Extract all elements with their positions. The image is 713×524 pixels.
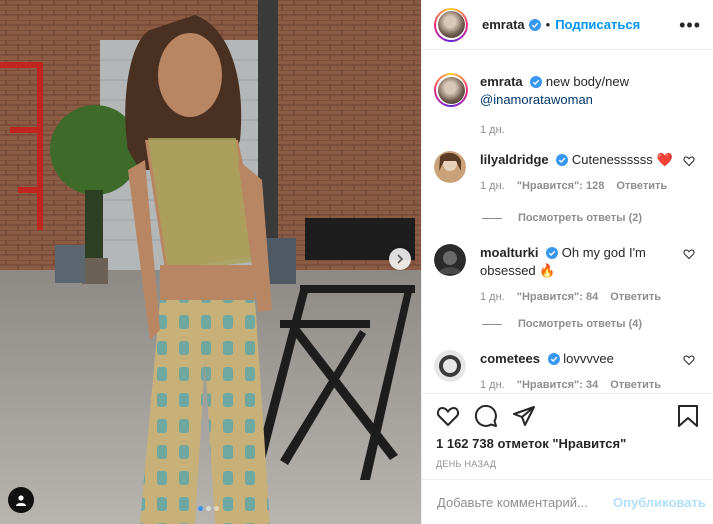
verified-badge-icon (528, 18, 541, 31)
post-date: ДЕНЬ НАЗАД (436, 459, 497, 469)
comment-likes[interactable]: "Нравится": 34 (517, 376, 598, 393)
comment-button[interactable] (474, 404, 498, 428)
comments-list[interactable]: emrata new body/new @inamoratawoman 1 дн… (422, 51, 713, 393)
caption-text: new body/new (545, 74, 630, 89)
verified-badge-icon (546, 247, 559, 259)
tagged-users-button[interactable] (8, 487, 34, 513)
post-side-panel: emrata • Подписаться ••• emrata new body… (421, 0, 713, 524)
reply-button[interactable]: Ответить (616, 177, 667, 195)
caption-time: 1 дн. (480, 124, 505, 136)
commenter-avatar[interactable] (434, 151, 466, 183)
view-replies-button[interactable]: Посмотреть ответы (2) (482, 212, 642, 224)
publish-button[interactable]: Опубликовать (613, 495, 706, 510)
caption-avatar[interactable] (434, 73, 468, 107)
next-slide-button[interactable] (389, 248, 411, 270)
likes-count[interactable]: 1 162 738 отметок "Нравится" (436, 436, 699, 451)
comment-input[interactable] (437, 494, 613, 510)
comment-time: 1 дн. (480, 379, 505, 391)
comment-item: cometees lovvvvee 1 дн. "Нравится": 34 О… (434, 350, 705, 393)
commenter-avatar[interactable] (434, 350, 466, 382)
author-username[interactable]: emrata (482, 17, 525, 32)
like-comment-heart-icon[interactable] (683, 248, 695, 260)
comment-text: lovvvvee (563, 351, 614, 366)
comment-likes[interactable]: "Нравится": 128 (517, 177, 605, 195)
comment-likes[interactable]: "Нравится": 84 (517, 288, 598, 306)
verified-badge-icon (547, 353, 560, 365)
post-header: emrata • Подписаться ••• (422, 0, 713, 50)
comment-item: lilyaldridge Cutenessssss ❤️ 1 дн. "Нрав… (434, 151, 705, 195)
caption-username[interactable]: emrata (480, 74, 523, 89)
author-avatar[interactable] (434, 7, 468, 42)
heart-emoji: ❤️ (656, 152, 673, 167)
like-comment-heart-icon[interactable] (683, 354, 695, 366)
commenter-username[interactable]: cometees (480, 351, 540, 366)
caption-mention-link[interactable]: @inamoratawoman (480, 92, 593, 107)
post-actions: 1 162 738 отметок "Нравится" ДЕНЬ НАЗАД (422, 393, 713, 469)
carousel-dot (206, 506, 211, 511)
post-photo[interactable] (0, 0, 421, 524)
view-replies-label: Посмотреть ответы (4) (518, 318, 643, 330)
like-button[interactable] (436, 404, 460, 428)
carousel-dot (214, 506, 219, 511)
comment-icon (474, 404, 497, 427)
view-replies-button[interactable]: Посмотреть ответы (4) (482, 318, 642, 330)
chevron-right-icon (397, 254, 404, 264)
follow-button[interactable]: Подписаться (555, 17, 640, 32)
comment-time: 1 дн. (480, 180, 505, 192)
reply-button[interactable]: Ответить (610, 376, 661, 393)
comment-text: Cutenessssss (571, 152, 653, 167)
comment-item: moalturki Oh my god I'm obsessed 🔥 1 дн.… (434, 244, 705, 306)
bookmark-icon (678, 405, 698, 427)
carousel-indicators (198, 506, 219, 511)
user-tag-icon (16, 495, 26, 506)
separator-dot: • (545, 17, 551, 32)
heart-icon (436, 406, 460, 427)
photo-scene (0, 0, 421, 524)
commenter-username[interactable]: lilyaldridge (480, 152, 549, 167)
commenter-avatar[interactable] (434, 244, 466, 276)
more-options-icon[interactable]: ••• (679, 16, 701, 34)
comment-time: 1 дн. (480, 291, 505, 303)
share-icon (513, 406, 535, 426)
commenter-username[interactable]: moalturki (480, 245, 539, 260)
add-comment-bar: Опубликовать (422, 479, 713, 524)
caption: emrata new body/new @inamoratawoman 1 дн… (434, 73, 705, 139)
share-button[interactable] (512, 404, 536, 428)
fire-emoji: 🔥 (539, 263, 556, 278)
view-replies-label: Посмотреть ответы (2) (518, 212, 643, 224)
like-comment-heart-icon[interactable] (683, 155, 695, 167)
save-button[interactable] (677, 404, 699, 428)
reply-button[interactable]: Ответить (610, 288, 661, 306)
verified-badge-icon (530, 76, 543, 88)
carousel-dot-active (198, 506, 203, 511)
verified-badge-icon (556, 154, 569, 166)
